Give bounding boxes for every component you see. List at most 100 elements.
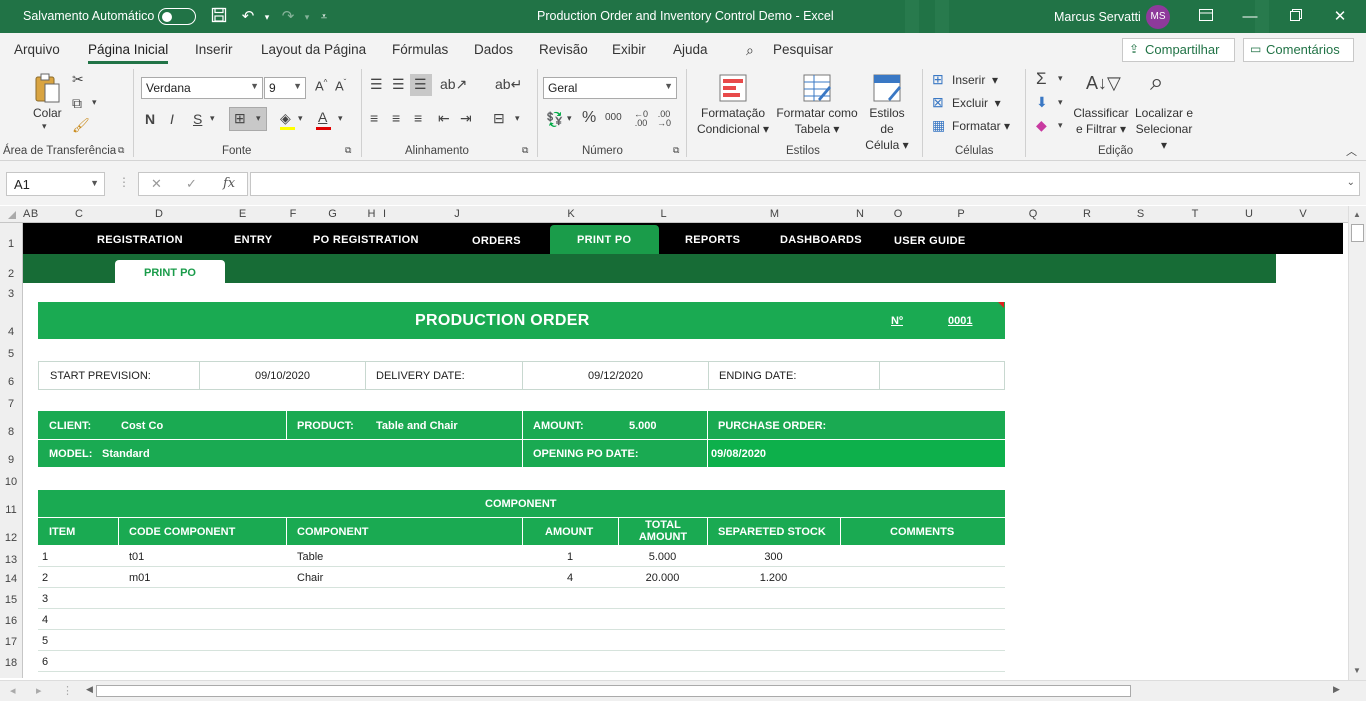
increase-decimal-icon[interactable]: ←0.00 [634, 110, 648, 128]
font-launcher-icon[interactable]: ⧉ [345, 145, 351, 156]
column-header-a[interactable]: A [23, 208, 30, 220]
nav-print-po[interactable]: PRINT PO [577, 234, 631, 246]
font-color-icon[interactable]: A [318, 109, 327, 125]
tab-layout[interactable]: Layout da Página [261, 42, 366, 57]
sort-filter-label[interactable]: Classificar e Filtrar ▾ [1071, 105, 1131, 137]
fill-color-icon[interactable]: ◈ [280, 110, 291, 127]
insert-cells-label[interactable]: Inserir ▾ [952, 72, 998, 88]
product-value[interactable]: Table and Chair [376, 420, 458, 432]
clear-icon[interactable]: ◆ [1036, 117, 1047, 134]
user-name[interactable]: Marcus Servatti [1054, 10, 1141, 24]
delivery-date-value[interactable]: 09/12/2020 [523, 362, 709, 389]
copy-dropdown-icon[interactable]: ▾ [92, 97, 97, 108]
format-as-table-icon[interactable] [802, 73, 832, 103]
column-header-b[interactable]: B [30, 208, 39, 220]
cell-styles-label[interactable]: Estilos de Célula ▾ [862, 105, 912, 153]
sort-filter-icon[interactable]: A↓▽ [1086, 73, 1121, 94]
insert-function-icon[interactable]: fx [223, 176, 235, 191]
tab-formulas[interactable]: Fórmulas [392, 42, 448, 57]
nav-registration[interactable]: REGISTRATION [97, 234, 183, 246]
opening-date-value[interactable]: 09/08/2020 [711, 448, 766, 460]
paste-label[interactable]: Colar [33, 105, 62, 121]
ending-date-value[interactable] [880, 362, 1004, 389]
clear-dropdown-icon[interactable]: ▾ [1058, 120, 1063, 131]
conditional-formatting-label[interactable]: Formatação Condicional ▾ [695, 105, 771, 137]
row-header[interactable]: 1 [0, 238, 22, 250]
row-header[interactable]: 17 [0, 636, 22, 648]
italic-button[interactable]: I [170, 111, 174, 127]
table-row[interactable]: 5 [38, 630, 1005, 651]
tab-exibir[interactable]: Exibir [612, 42, 646, 57]
decrease-font-icon[interactable]: Aˇ [335, 78, 346, 93]
column-header-m[interactable]: M [708, 208, 841, 220]
save-icon[interactable] [209, 7, 229, 27]
underline-dropdown-icon[interactable]: ▾ [210, 113, 215, 124]
fill-dropdown-icon[interactable]: ▾ [1058, 97, 1063, 108]
paste-icon[interactable] [33, 72, 63, 106]
column-header-k[interactable]: K [523, 208, 619, 220]
select-all-icon[interactable] [8, 211, 16, 219]
bold-button[interactable]: N [145, 111, 155, 127]
ribbon-display-icon[interactable] [1196, 7, 1216, 27]
cancel-icon[interactable]: ✕ [151, 176, 162, 192]
autosum-dropdown-icon[interactable]: ▾ [1058, 73, 1063, 84]
tab-revisao[interactable]: Revisão [539, 42, 588, 57]
format-cells-label[interactable]: Formatar ▾ [952, 118, 1010, 134]
column-header-h[interactable]: H [365, 208, 378, 220]
merge-dropdown-icon[interactable]: ▾ [515, 113, 520, 124]
column-header-q[interactable]: Q [1005, 208, 1061, 220]
enter-icon[interactable]: ✓ [186, 176, 197, 192]
restore-icon[interactable] [1286, 7, 1306, 27]
table-row[interactable]: 1 t01 Table 1 5.000 300 [38, 546, 1005, 567]
column-header-j[interactable]: J [391, 208, 523, 220]
undo-dropdown-icon[interactable]: ▾ [257, 7, 277, 27]
conditional-formatting-icon[interactable] [718, 73, 748, 103]
column-header-r[interactable]: R [1061, 208, 1113, 220]
row-header[interactable]: 8 [0, 426, 22, 438]
row-header[interactable]: 16 [0, 615, 22, 627]
row-header[interactable]: 3 [0, 288, 22, 300]
wrap-text-icon[interactable]: ab↵ [495, 76, 522, 93]
model-value[interactable]: Standard [102, 448, 150, 460]
undo-icon[interactable]: ↶ [238, 7, 258, 27]
column-header-p[interactable]: P [917, 208, 1005, 220]
column-header-n[interactable]: N [841, 208, 879, 220]
font-color-dropdown-icon[interactable]: ▾ [338, 113, 343, 124]
row-header[interactable]: 18 [0, 657, 22, 669]
column-header-o[interactable]: O [879, 208, 917, 220]
decrease-decimal-icon[interactable]: .00 →0 [657, 110, 671, 128]
redo-icon[interactable]: ↷ [278, 7, 298, 27]
decrease-indent-icon[interactable]: ⇤ [438, 110, 450, 127]
comments-button[interactable]: ▭ Comentários [1243, 38, 1354, 62]
hscroll-thumb[interactable] [96, 685, 1131, 697]
row-header[interactable]: 5 [0, 348, 22, 360]
scroll-right-icon[interactable]: ▶ [1333, 684, 1340, 695]
thousands-icon[interactable]: 000 [605, 112, 622, 123]
fill-icon[interactable]: ⬇ [1036, 94, 1048, 111]
column-header-t[interactable]: T [1168, 208, 1222, 220]
merge-center-icon[interactable]: ⊟ [493, 110, 505, 127]
row-header[interactable]: 10 [0, 476, 22, 488]
table-row[interactable]: 3 [38, 588, 1005, 609]
find-select-icon[interactable]: ⌕ [1150, 69, 1163, 97]
minimize-icon[interactable]: — [1240, 7, 1260, 27]
align-left-icon[interactable]: ≡ [370, 110, 378, 126]
underline-button[interactable]: S [193, 111, 202, 127]
tab-arquivo[interactable]: Arquivo [14, 42, 60, 57]
currency-icon[interactable]: 💱 [546, 111, 563, 128]
autosum-icon[interactable]: Σ [1036, 69, 1047, 89]
row-header[interactable]: 11 [0, 504, 22, 516]
paste-dropdown-icon[interactable]: ▾ [42, 121, 47, 132]
tab-pagina-inicial[interactable]: Página Inicial [88, 42, 168, 57]
column-header-f[interactable]: F [286, 208, 300, 220]
tab-dados[interactable]: Dados [474, 42, 513, 57]
table-row[interactable]: 2 m01 Chair 4 20.000 1.200 [38, 567, 1005, 588]
column-header-d[interactable]: D [119, 208, 199, 220]
nav-entry[interactable]: ENTRY [234, 234, 272, 246]
format-as-table-label[interactable]: Formatar como Tabela ▾ [775, 105, 859, 137]
currency-dropdown-icon[interactable]: ▾ [567, 113, 572, 124]
formula-input[interactable]: ⌄ [250, 172, 1360, 196]
row-header[interactable]: 4 [0, 326, 22, 338]
row-header[interactable]: 7 [0, 398, 22, 410]
start-prevision-value[interactable]: 09/10/2020 [200, 362, 366, 389]
